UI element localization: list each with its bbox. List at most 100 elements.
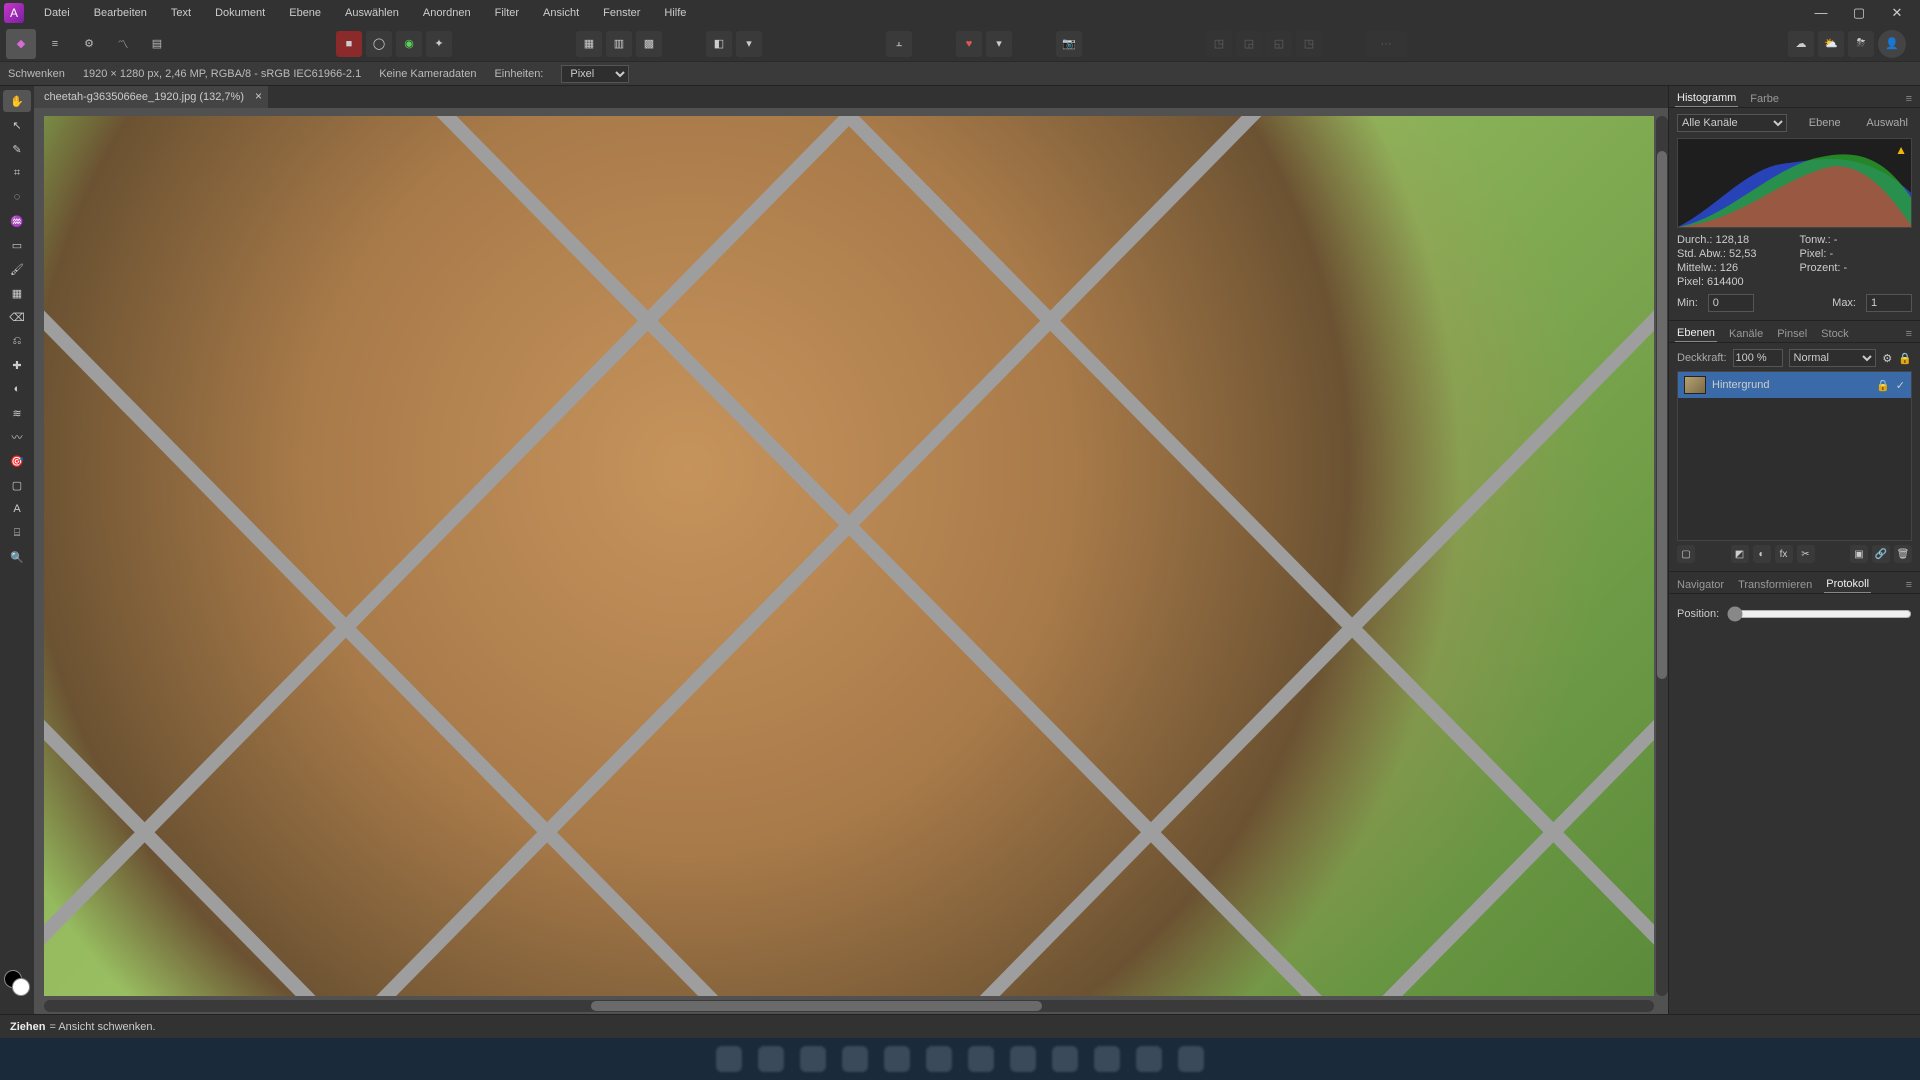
taskbar-app[interactable] — [884, 1046, 910, 1072]
swatch-rgb-icon[interactable]: ◉ — [396, 31, 422, 57]
layer-lock-icon[interactable]: 🔒 — [1898, 352, 1912, 365]
background-color[interactable] — [12, 978, 30, 996]
mesh-tool-icon[interactable]: ⌸ — [3, 522, 31, 544]
swatch-circle-icon[interactable]: ◯ — [366, 31, 392, 57]
h-scroll-thumb[interactable] — [591, 1001, 1042, 1011]
tab-channels[interactable]: Kanäle — [1727, 326, 1765, 342]
favorite-caret[interactable]: ▾ — [986, 31, 1012, 57]
pixel-tool-icon[interactable]: ▦ — [3, 282, 31, 304]
os-taskbar[interactable] — [0, 1038, 1920, 1080]
develop-persona[interactable]: ⚙ — [74, 29, 104, 59]
menu-window[interactable]: Fenster — [591, 0, 652, 26]
menu-edit[interactable]: Bearbeiten — [82, 0, 159, 26]
smudge-tool-icon[interactable]: 〰 — [3, 426, 31, 448]
group-icon[interactable]: ▣ — [1850, 545, 1868, 563]
taskbar-app[interactable] — [842, 1046, 868, 1072]
menu-arrange[interactable]: Anordnen — [411, 0, 483, 26]
document-tab[interactable]: cheetah-g3635066ee_1920.jpg (132,7%) × — [34, 86, 268, 108]
shape-tool-icon[interactable]: ▢ — [3, 474, 31, 496]
tab-transform[interactable]: Transformieren — [1736, 577, 1814, 593]
export-persona[interactable]: ▤ — [142, 29, 172, 59]
crop-tool-icon[interactable]: ⌗ — [3, 162, 31, 184]
eraser-tool-icon[interactable]: ⌫ — [3, 306, 31, 328]
menu-filter[interactable]: Filter — [483, 0, 531, 26]
clipping-warning-icon[interactable]: ▲ — [1895, 143, 1907, 157]
tab-brushes[interactable]: Pinsel — [1775, 326, 1809, 342]
zoom-tool-icon[interactable]: 🔍 — [3, 546, 31, 568]
layer-item[interactable]: Hintergrund 🔒 ✓ — [1678, 372, 1911, 398]
menu-file[interactable]: Datei — [32, 0, 82, 26]
layer-gear-icon[interactable]: ⚙ — [1882, 352, 1892, 365]
tab-histogram[interactable]: Histogramm — [1675, 90, 1738, 107]
horizontal-scrollbar[interactable] — [44, 1000, 1654, 1012]
flood-select-icon[interactable]: ♒ — [3, 210, 31, 232]
marquee-tool-icon[interactable]: ▭ — [3, 234, 31, 256]
taskbar-app[interactable] — [1178, 1046, 1204, 1072]
add-layer-icon[interactable]: ▢ — [1677, 545, 1695, 563]
favorite-icon[interactable]: ♥ — [956, 31, 982, 57]
vertical-scrollbar[interactable] — [1656, 116, 1668, 996]
taskbar-app[interactable] — [1136, 1046, 1162, 1072]
hand-tool-icon[interactable]: ✋ — [3, 90, 31, 112]
grid-c-icon[interactable]: ▩ — [636, 31, 662, 57]
move-tool-icon[interactable]: ↖ — [3, 114, 31, 136]
text-tool-icon[interactable]: A — [3, 498, 31, 520]
scope-auswahl[interactable]: Auswahl — [1862, 117, 1912, 129]
account-button[interactable]: 👤 — [1878, 30, 1906, 58]
selection-mode-caret[interactable]: ▾ — [736, 31, 762, 57]
liquify-persona[interactable]: ≡ — [40, 29, 70, 59]
units-select[interactable]: Pixel — [561, 65, 629, 83]
taskbar-app[interactable] — [800, 1046, 826, 1072]
taskbar-app[interactable] — [968, 1046, 994, 1072]
taskbar-app[interactable] — [1094, 1046, 1120, 1072]
tab-color[interactable]: Farbe — [1748, 91, 1781, 107]
camera-icon[interactable]: 📷 — [1056, 31, 1082, 57]
tab-layers[interactable]: Ebenen — [1675, 325, 1717, 342]
mask-icon[interactable]: ◩ — [1731, 545, 1749, 563]
document-tab-close-icon[interactable]: × — [255, 89, 262, 103]
adjust-icon[interactable]: ◐ — [1753, 545, 1771, 563]
scope-ebene[interactable]: Ebene — [1805, 117, 1845, 129]
min-input[interactable] — [1708, 294, 1754, 312]
maximize-button[interactable]: ▢ — [1840, 0, 1878, 26]
autowand-icon[interactable]: ✦ — [426, 31, 452, 57]
grid-b-icon[interactable]: ▥ — [606, 31, 632, 57]
selection-mode-icon[interactable]: ◧ — [706, 31, 732, 57]
canvas-viewport[interactable] — [34, 108, 1668, 1014]
cloud-b-icon[interactable]: ⛅ — [1818, 31, 1844, 57]
layer-visible-icon[interactable]: ✓ — [1896, 379, 1905, 392]
swatch-red-icon[interactable]: ■ — [336, 31, 362, 57]
grid-a-icon[interactable]: ▦ — [576, 31, 602, 57]
v-scroll-thumb[interactable] — [1657, 151, 1667, 679]
close-button[interactable]: ✕ — [1878, 0, 1916, 26]
node-tool-icon[interactable]: ✎ — [3, 138, 31, 160]
link-icon[interactable]: 🔗 — [1872, 545, 1890, 563]
layer-locked-icon[interactable]: 🔒 — [1876, 379, 1890, 392]
trash-icon[interactable]: 🗑 — [1894, 545, 1912, 563]
protocol-panel-menu-icon[interactable]: ≡ — [1904, 577, 1914, 593]
tab-stock[interactable]: Stock — [1819, 326, 1851, 342]
taskbar-app[interactable] — [1010, 1046, 1036, 1072]
layers-panel-menu-icon[interactable]: ≡ — [1904, 326, 1914, 342]
menu-document[interactable]: Dokument — [203, 0, 277, 26]
taskbar-app[interactable] — [1052, 1046, 1078, 1072]
tone-persona[interactable]: 〽 — [108, 29, 138, 59]
cloud-a-icon[interactable]: ☁ — [1788, 31, 1814, 57]
tab-protocol[interactable]: Protokoll — [1824, 576, 1871, 593]
channel-select[interactable]: Alle Kanäle — [1677, 114, 1787, 132]
photo-persona[interactable]: ◆ — [6, 29, 36, 59]
crop-layer-icon[interactable]: ✂ — [1797, 545, 1815, 563]
clone-tool-icon[interactable]: ⎌ — [3, 330, 31, 352]
blend-mode-select[interactable]: Normal — [1789, 349, 1877, 367]
color-picker-icon[interactable]: 🎯 — [3, 450, 31, 472]
color-wells[interactable] — [4, 970, 30, 996]
minimize-button[interactable]: — — [1802, 0, 1840, 26]
align-icon[interactable]: ⫠ — [886, 31, 912, 57]
taskbar-app[interactable] — [716, 1046, 742, 1072]
cloud-c-icon[interactable]: ⛈ — [1848, 31, 1874, 57]
layer-list[interactable]: Hintergrund 🔒 ✓ — [1677, 371, 1912, 541]
max-input[interactable] — [1866, 294, 1912, 312]
menu-help[interactable]: Hilfe — [652, 0, 698, 26]
fx-icon[interactable]: fx — [1775, 545, 1793, 563]
menu-select[interactable]: Auswählen — [333, 0, 411, 26]
